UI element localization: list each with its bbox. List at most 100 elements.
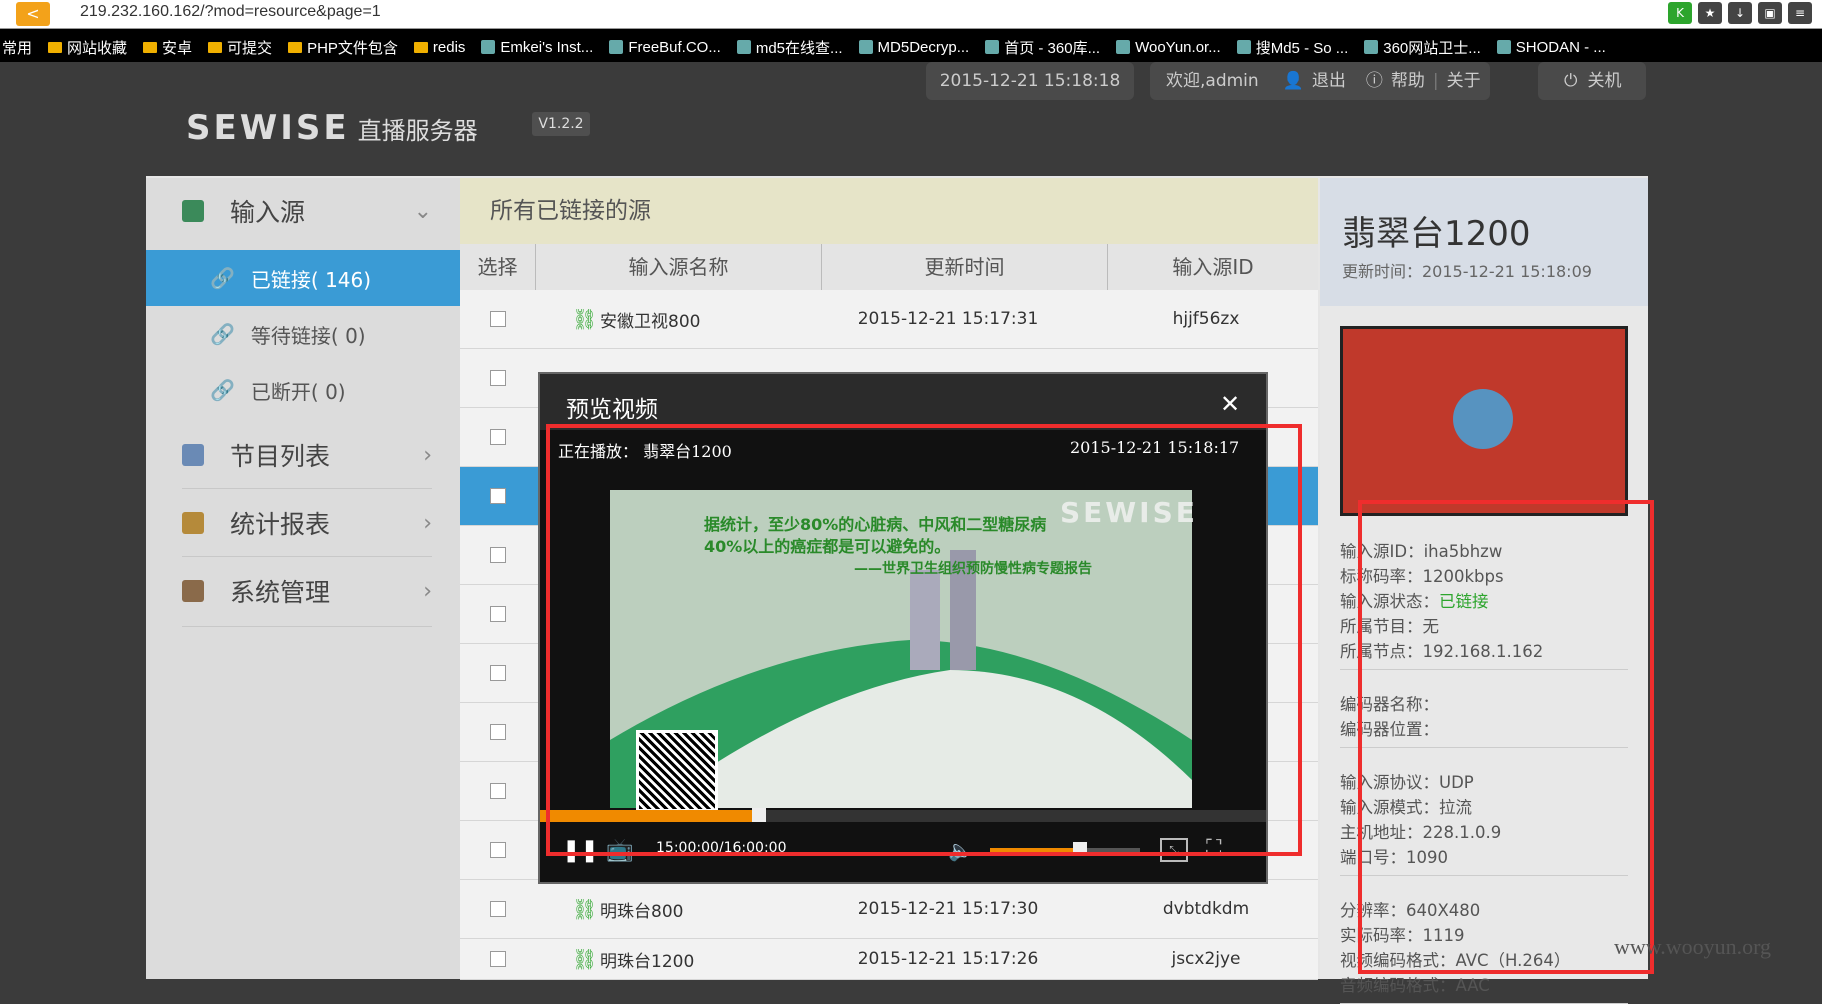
source-updated: 更新时间：2015-12-21 15:18:09 — [1342, 262, 1592, 281]
bookmark-label: redis — [432, 38, 466, 56]
divider: | — [1432, 71, 1439, 91]
menu-icon[interactable]: ≡ — [1788, 2, 1812, 24]
bookmark-item[interactable]: 首页 - 360库... — [985, 37, 1100, 58]
bookmark-item[interactable]: WooYun.or... — [1116, 39, 1221, 56]
url-text[interactable]: 219.232.160.162/?mod=resource&page=1 — [80, 3, 381, 21]
user-bar: 欢迎,admin 👤 退出 ⓘ 帮助 | 关于 — [1150, 62, 1490, 100]
row-checkbox[interactable] — [490, 842, 506, 858]
bookmark-item[interactable]: SHODAN - ... — [1496, 39, 1606, 56]
row-checkbox[interactable] — [490, 951, 506, 967]
shutdown-label: 关机 — [1587, 71, 1622, 91]
bookmark-item[interactable]: FreeBuf.CO... — [609, 39, 721, 56]
bookmark-label: 常用 — [2, 39, 33, 57]
row-checkbox[interactable] — [490, 488, 506, 504]
bookmark-label: 360网站卫士... — [1383, 39, 1481, 57]
table-row[interactable]: ⛓ 明珠台800 2015-12-21 15:17:30 dvbtdkdm — [460, 880, 1318, 939]
help-icon: ⓘ — [1365, 71, 1383, 91]
source-name: 明珠台1200 — [600, 951, 695, 972]
table-row[interactable]: ⛓ 明珠台1200 2015-12-21 15:17:26 jscx2jye — [460, 939, 1318, 980]
folder-icon — [143, 41, 158, 53]
bookmark-item[interactable]: 搜Md5 - So ... — [1236, 37, 1349, 58]
back-button[interactable]: < — [16, 2, 50, 26]
program-list-icon — [182, 444, 204, 466]
table-title: 所有已链接的源 — [460, 178, 1318, 244]
help-link[interactable]: 帮助 — [1391, 62, 1425, 100]
nav-program-list[interactable]: 节目列表 › — [146, 422, 460, 488]
bookmark-item[interactable]: redis — [413, 38, 466, 56]
bookmark-item[interactable]: MD5Decryp... — [858, 39, 969, 56]
bookmark-item[interactable]: md5在线查... — [736, 37, 843, 58]
source-id: dvbtdkdm — [1162, 899, 1250, 919]
video-thumbnail[interactable] — [1340, 326, 1628, 516]
browser-toolbar: K ★ ↓ ▣ ≡ — [1668, 2, 1812, 24]
bookmark-item[interactable]: 可提交 — [208, 37, 272, 58]
source-name: 安徽卫视800 — [600, 311, 701, 332]
site-icon — [609, 40, 624, 54]
folder-icon — [288, 41, 303, 53]
row-checkbox[interactable] — [490, 783, 506, 799]
input-source-icon — [182, 200, 204, 222]
table-row[interactable]: ⛓ 安徽卫视800 2015-12-21 15:17:31 hjjf56zx — [460, 290, 1318, 349]
nav-linked[interactable]: 🔗 已链接( 146) — [146, 250, 460, 306]
nav-label: 已链接( 146) — [250, 267, 372, 292]
row-checkbox[interactable] — [490, 665, 506, 681]
link-icon: 🔗 — [210, 322, 235, 346]
shutdown-button[interactable]: ⏻ 关机 — [1538, 62, 1646, 100]
site-icon — [1364, 40, 1379, 54]
star-icon[interactable]: ★ — [1698, 2, 1722, 24]
row-checkbox[interactable] — [490, 311, 506, 327]
nav-system[interactable]: 系统管理 › — [146, 558, 460, 624]
broken-link-icon: 🔗 — [210, 378, 235, 402]
nav-input-source[interactable]: 输入源 ⌄ — [146, 178, 460, 244]
info-line: 音频编码格式：AAC — [1340, 972, 1490, 996]
update-time: 2015-12-21 15:17:26 — [857, 949, 1039, 969]
bookmark-item[interactable]: 常用 — [2, 37, 32, 58]
app-logo: SEWISE 直播服务器 — [186, 108, 478, 148]
game-icon[interactable]: ▣ — [1758, 2, 1782, 24]
bookmark-label: WooYun.or... — [1135, 38, 1221, 56]
bookmark-label: PHP文件包含 — [307, 39, 398, 57]
nav-label: 节目列表 — [230, 442, 331, 471]
power-icon: ⏻ — [1564, 71, 1578, 91]
bookmark-item[interactable]: Emkei's Inst... — [481, 39, 593, 56]
close-icon[interactable]: ✕ — [1220, 390, 1240, 418]
nav-stats[interactable]: 统计报表 › — [146, 490, 460, 556]
about-link[interactable]: 关于 — [1447, 62, 1481, 100]
row-checkbox[interactable] — [490, 547, 506, 563]
row-checkbox[interactable] — [490, 724, 506, 740]
nav-waiting[interactable]: 🔗 等待链接( 0) — [146, 306, 460, 362]
update-time: 2015-12-21 15:17:31 — [857, 309, 1039, 329]
nav-label: 等待链接( 0) — [250, 323, 366, 348]
bookmark-item[interactable]: 安卓 — [143, 37, 192, 58]
nav-label: 已断开( 0) — [250, 379, 346, 404]
link-icon: ⛓ — [572, 307, 598, 331]
site-icon — [481, 40, 496, 54]
play-icon[interactable] — [1453, 389, 1513, 449]
row-checkbox[interactable] — [490, 901, 506, 917]
modal-title: 预览视频 — [566, 397, 658, 423]
link-icon: ⛓ — [572, 947, 598, 971]
row-checkbox[interactable] — [490, 606, 506, 622]
bookmark-label: 搜Md5 - So ... — [1255, 39, 1349, 57]
row-checkbox[interactable] — [490, 429, 506, 445]
site-icon — [1236, 40, 1251, 54]
bookmark-item[interactable]: 360网站卫士... — [1364, 37, 1481, 58]
update-time: 2015-12-21 15:17:30 — [857, 899, 1039, 919]
column-header: 输入源ID — [1172, 255, 1254, 279]
bookmark-item[interactable]: PHP文件包含 — [288, 37, 398, 58]
bookmark-item[interactable]: 网站收藏 — [48, 37, 127, 58]
logout-link[interactable]: 退出 — [1312, 62, 1346, 100]
folder-icon — [208, 41, 223, 53]
nav-label: 输入源 — [230, 198, 306, 227]
site-icon — [985, 40, 1000, 54]
source-name: 明珠台800 — [600, 901, 684, 922]
bookmark-label: FreeBuf.CO... — [628, 38, 721, 56]
chevron-right-icon: › — [423, 442, 432, 468]
nav-label: 系统管理 — [230, 578, 331, 607]
download-icon[interactable]: ↓ — [1728, 2, 1752, 24]
nav-disconnected[interactable]: 🔗 已断开( 0) — [146, 362, 460, 418]
row-checkbox[interactable] — [490, 370, 506, 386]
site-icon — [858, 40, 873, 54]
extension-icon[interactable]: K — [1668, 2, 1692, 24]
source-id: hjjf56zx — [1172, 309, 1240, 329]
